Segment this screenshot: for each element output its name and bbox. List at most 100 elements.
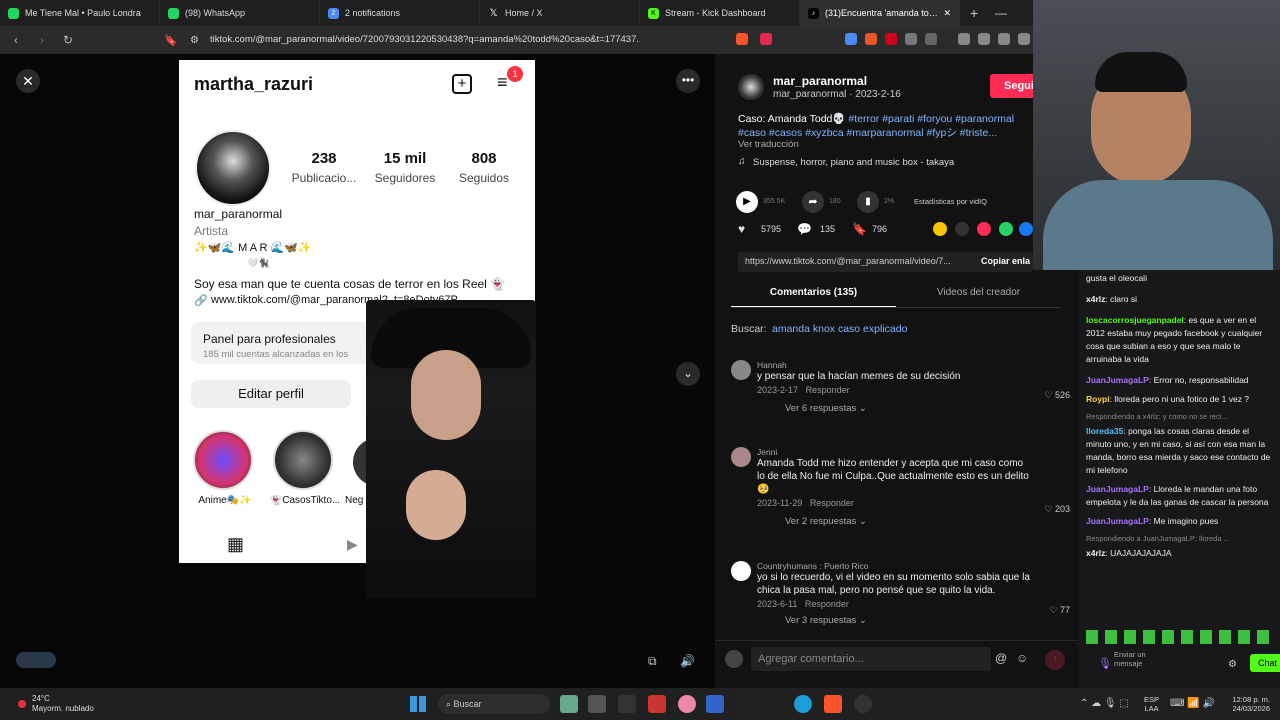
chat-user[interactable]: x4rlz [1086, 548, 1105, 558]
save-icon[interactable]: 🔖 [852, 222, 867, 236]
taskbar-app-icon[interactable] [648, 695, 666, 713]
copy-link-button[interactable]: Copiar enla [981, 256, 1030, 266]
vidiq-icon[interactable] [16, 652, 56, 668]
comment-likes[interactable]: ♡ 203 [1044, 504, 1070, 515]
comment-likes[interactable]: ♡ 526 [1044, 390, 1070, 401]
tab-6[interactable]: ♪ (31)Encuentra 'amanda todd c ✕ [800, 0, 960, 26]
share-code-icon[interactable] [955, 222, 969, 236]
close-tab-icon[interactable]: ✕ [943, 8, 951, 19]
reply-link[interactable]: Responder [806, 385, 850, 395]
reply-link[interactable]: Responder [810, 498, 854, 508]
extension-icon[interactable] [885, 33, 897, 45]
extension-icon[interactable] [865, 33, 877, 45]
taskbar-app-icon[interactable] [618, 695, 636, 713]
mic-icon[interactable]: 🎙 [1098, 658, 1112, 671]
url-field[interactable]: tiktok.com/@mar_paranormal/video/7200793… [160, 30, 640, 50]
chat-user[interactable]: JuanJumagaLP [1086, 375, 1149, 385]
taskbar-app-icon[interactable] [560, 695, 578, 713]
like-icon[interactable]: ♥ [738, 222, 745, 236]
reply-link[interactable]: Responder [805, 599, 849, 609]
music-title[interactable]: Suspense, horror, piano and music box - … [753, 157, 954, 168]
comment-avatar[interactable] [731, 360, 751, 380]
next-video-button[interactable]: ⌄ [676, 362, 700, 386]
comment-avatar[interactable] [731, 447, 751, 467]
share-embed-icon[interactable] [933, 222, 947, 236]
view-replies[interactable]: Ver 6 respuestas ⌄ [785, 403, 1070, 414]
emote-bar[interactable] [1086, 630, 1276, 644]
comment-likes[interactable]: ♡ 77 [1049, 605, 1070, 616]
extension-icon[interactable] [1018, 33, 1030, 45]
puzzle-icon[interactable] [905, 33, 917, 45]
view-replies[interactable]: Ver 3 respuestas ⌄ [785, 615, 1070, 626]
comment-icon[interactable]: 💬 [797, 222, 812, 236]
pip-icon[interactable]: ⧉ [648, 654, 657, 669]
chat-user[interactable]: loscacorrosjueganpadel [1086, 315, 1184, 325]
author-name[interactable]: mar_paranormal [773, 74, 867, 88]
edge-icon[interactable] [794, 695, 812, 713]
comment-author[interactable]: Countryhumans : Puerto Rico [757, 561, 1070, 571]
chat-settings-icon[interactable]: ⚙ [1228, 658, 1237, 671]
search-suggestion[interactable]: amanda knox caso explicado [772, 323, 907, 335]
tab-1[interactable]: Me Tiene Mal • Paulo Londra [0, 0, 160, 26]
brave-shield-icon[interactable] [736, 33, 748, 45]
tab-5[interactable]: K Stream - Kick Dashboard [640, 0, 800, 26]
forward-icon[interactable]: › [32, 33, 52, 47]
tab-4[interactable]: 𝕏 Home / X [480, 0, 640, 26]
system-tray[interactable]: ⌃ ☁ 🎙 ⬚ [1080, 698, 1129, 709]
chat-user[interactable]: Roypi [1086, 394, 1110, 404]
brave-icon[interactable] [824, 695, 842, 713]
weather-widget[interactable]: 24°C Mayorm. nublado [32, 694, 94, 714]
comment-author[interactable]: Hannah [757, 360, 1070, 370]
chat-send-button[interactable]: Chat [1250, 654, 1280, 672]
share-facebook-icon[interactable] [1019, 222, 1033, 236]
volume-icon[interactable]: 🔊 [680, 654, 695, 668]
tab-comments[interactable]: Comentarios (135) [731, 287, 896, 308]
play-icon[interactable]: ▶ [736, 191, 758, 213]
brave-rewards-icon[interactable] [760, 33, 772, 45]
extension-icon[interactable] [925, 33, 937, 45]
extension-icon[interactable] [845, 33, 857, 45]
emoji-icon[interactable]: ☺ [1016, 651, 1028, 665]
mention-icon[interactable]: @ [995, 651, 1007, 665]
windows-start-icon[interactable] [410, 696, 426, 712]
chat-user[interactable]: JuanJumagaLP [1086, 484, 1149, 494]
author-avatar[interactable] [738, 74, 764, 100]
vidiq-stats-label[interactable]: Estadísticas por vidIQ [914, 197, 987, 206]
reload-icon[interactable]: ↻ [58, 33, 78, 47]
language-indicator[interactable]: ESP LAA [1144, 695, 1159, 713]
new-tab-button[interactable]: + [970, 5, 978, 21]
taskbar-search[interactable]: ⌕ Buscar [438, 694, 550, 714]
minimize-button[interactable]: — [995, 6, 1007, 20]
chat-user[interactable]: JuanJumagaLP [1086, 516, 1149, 526]
playlist-icon[interactable] [958, 33, 970, 45]
comment-avatar[interactable] [731, 561, 751, 581]
share-icon[interactable]: ➦ [802, 191, 824, 213]
view-replies[interactable]: Ver 2 respuestas ⌄ [785, 516, 1070, 527]
user-avatar[interactable] [725, 650, 743, 668]
comment-meta: 2023-11-29 Responder [757, 498, 1070, 508]
taskview-icon[interactable] [588, 695, 606, 713]
chrome-icon[interactable] [678, 695, 696, 713]
share-whatsapp-icon[interactable] [999, 222, 1013, 236]
close-video-button[interactable]: ✕ [16, 69, 40, 93]
tab-2[interactable]: (98) WhatsApp [160, 0, 320, 26]
chat-user[interactable]: x4rlz [1086, 294, 1105, 304]
clock[interactable]: 12:08 p. m. 24/03/2026 [1218, 695, 1270, 713]
stats-icon[interactable]: ▮ [857, 191, 879, 213]
obs-icon[interactable] [854, 695, 872, 713]
terminal-icon[interactable] [736, 695, 754, 713]
sidebar-icon[interactable] [978, 33, 990, 45]
download-icon[interactable] [998, 33, 1010, 45]
tray-icons[interactable]: ⌨ 📶 🔊 [1170, 698, 1215, 709]
back-icon[interactable]: ‹ [6, 33, 26, 47]
taskbar-app-icon[interactable] [706, 695, 724, 713]
comment-author[interactable]: Jenni [757, 447, 1070, 457]
translate-link[interactable]: Ver traducción [738, 139, 799, 150]
tab-creator-videos[interactable]: Videos del creador [896, 287, 1061, 298]
chat-user[interactable]: lloreda35 [1086, 426, 1123, 436]
share-pinterest-icon[interactable] [977, 222, 991, 236]
weather-icon[interactable] [18, 700, 26, 708]
send-comment-button[interactable]: ↑ [1045, 650, 1065, 670]
more-options-icon[interactable]: ••• [676, 69, 700, 93]
tab-3[interactable]: 22 notifications [320, 0, 480, 26]
